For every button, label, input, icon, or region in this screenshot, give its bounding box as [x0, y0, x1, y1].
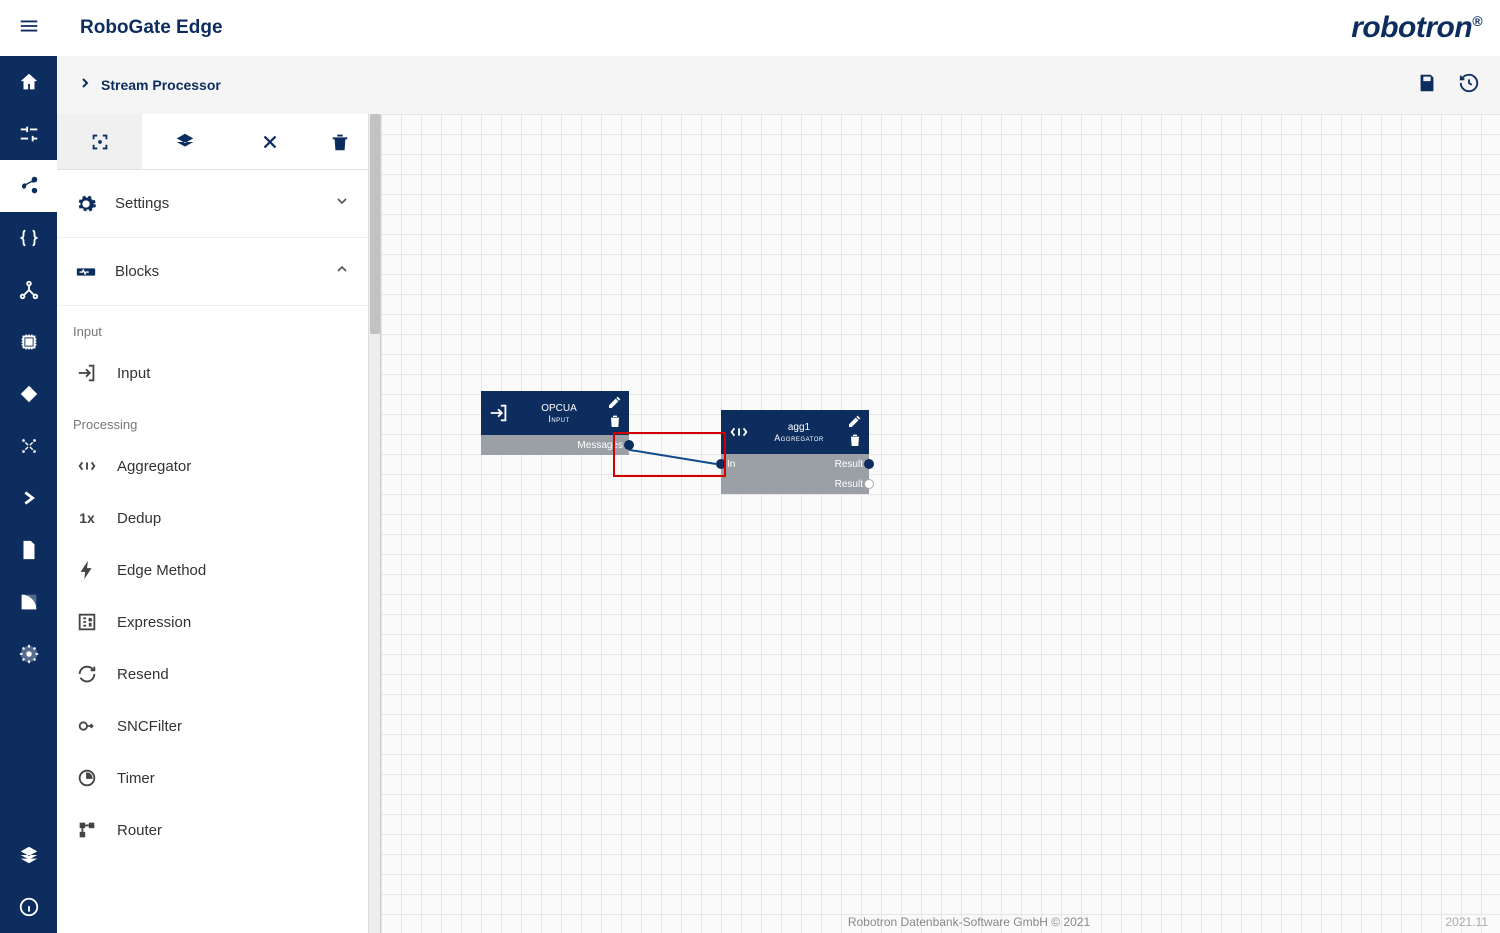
aggregator-icon [75, 455, 99, 477]
node-agg1[interactable]: agg1 Aggregator In Result [721, 410, 869, 494]
nav-quarter[interactable] [0, 576, 57, 628]
node-port-messages[interactable]: Messages [481, 435, 629, 455]
block-timer[interactable]: Timer [57, 752, 368, 804]
block-router[interactable]: Router [57, 804, 368, 856]
node-edit-button[interactable] [607, 394, 623, 413]
panel-tab-delete[interactable] [312, 114, 368, 169]
node-opcua[interactable]: OPCUA Input Messages [481, 391, 629, 455]
block-sncfilter[interactable]: SNCFilter [57, 700, 368, 752]
panel-tab-close[interactable] [227, 114, 312, 169]
nav-share[interactable] [0, 160, 57, 212]
nav-chip[interactable] [0, 316, 57, 368]
nav-sliders[interactable] [0, 108, 57, 160]
footer: Robotron Datenbank-Software GmbH © 2021 … [438, 911, 1500, 933]
calculator-icon [75, 611, 99, 633]
refresh-icon [75, 663, 99, 685]
input-icon [481, 391, 517, 435]
tutorial-highlight [613, 432, 726, 477]
panel-scrollbar[interactable] [369, 114, 381, 933]
dedup-icon: 1x [75, 510, 99, 526]
node-port-result1[interactable]: In Result [721, 454, 869, 474]
block-expression[interactable]: Expression [57, 596, 368, 648]
panel-tab-focus[interactable] [57, 114, 142, 169]
block-resend[interactable]: Resend [57, 648, 368, 700]
history-button[interactable] [1458, 72, 1480, 99]
topbar: RoboGate Edge robotron® [0, 0, 1500, 56]
port-dot-in[interactable] [716, 459, 726, 469]
chevron-down-icon [334, 193, 350, 214]
nav-layers[interactable] [0, 829, 57, 881]
router-icon [75, 819, 99, 841]
menu-toggle-button[interactable] [18, 15, 40, 42]
nav-scatter[interactable] [0, 420, 57, 472]
port-dot-out[interactable] [864, 479, 874, 489]
group-processing-label: Processing [57, 399, 368, 440]
flow-canvas[interactable]: OPCUA Input Messages [381, 114, 1500, 933]
nav-greater[interactable] [0, 472, 57, 524]
login-icon [75, 362, 99, 384]
block-aggregator[interactable]: Aggregator [57, 440, 368, 492]
app-title: RoboGate Edge [80, 17, 1351, 39]
panel-tab-layers[interactable] [142, 114, 227, 169]
nav-braces[interactable] [0, 212, 57, 264]
version-label: 2021.11 [1446, 915, 1489, 929]
nav-rail [0, 56, 57, 933]
section-blocks[interactable]: Blocks [57, 238, 368, 306]
nav-gear-circle[interactable] [0, 628, 57, 680]
nav-home[interactable] [0, 56, 57, 108]
section-settings[interactable]: Settings [57, 170, 368, 238]
connection-wire [381, 114, 1500, 933]
brand-logo: robotron® [1351, 11, 1482, 45]
node-edit-button[interactable] [847, 413, 863, 432]
port-dot-out[interactable] [864, 459, 874, 469]
nav-info[interactable] [0, 881, 57, 933]
timer-icon [75, 767, 99, 789]
port-dot-out[interactable] [624, 440, 634, 450]
chevron-up-icon [334, 261, 350, 282]
node-delete-button[interactable] [607, 413, 623, 432]
block-input[interactable]: Input [57, 347, 368, 399]
save-button[interactable] [1416, 72, 1438, 99]
group-input-label: Input [57, 306, 368, 347]
block-dedup[interactable]: 1x Dedup [57, 492, 368, 544]
activity-icon [75, 261, 97, 283]
bolt-icon [75, 559, 99, 581]
scroll-thumb[interactable] [370, 114, 380, 334]
side-panel: Settings Blocks Input Input [57, 114, 369, 933]
nav-nodes[interactable] [0, 264, 57, 316]
breadcrumb: Stream Processor [57, 56, 1500, 114]
nav-diamond[interactable] [0, 368, 57, 420]
chevron-right-icon [77, 75, 93, 96]
node-port-result2[interactable]: Result [721, 474, 869, 494]
gear-icon [75, 193, 97, 215]
node-delete-button[interactable] [847, 432, 863, 451]
block-edge-method[interactable]: Edge Method [57, 544, 368, 596]
nav-file[interactable] [0, 524, 57, 576]
aggregator-icon [721, 410, 757, 454]
filter-icon [75, 715, 99, 737]
breadcrumb-label[interactable]: Stream Processor [101, 77, 1396, 93]
